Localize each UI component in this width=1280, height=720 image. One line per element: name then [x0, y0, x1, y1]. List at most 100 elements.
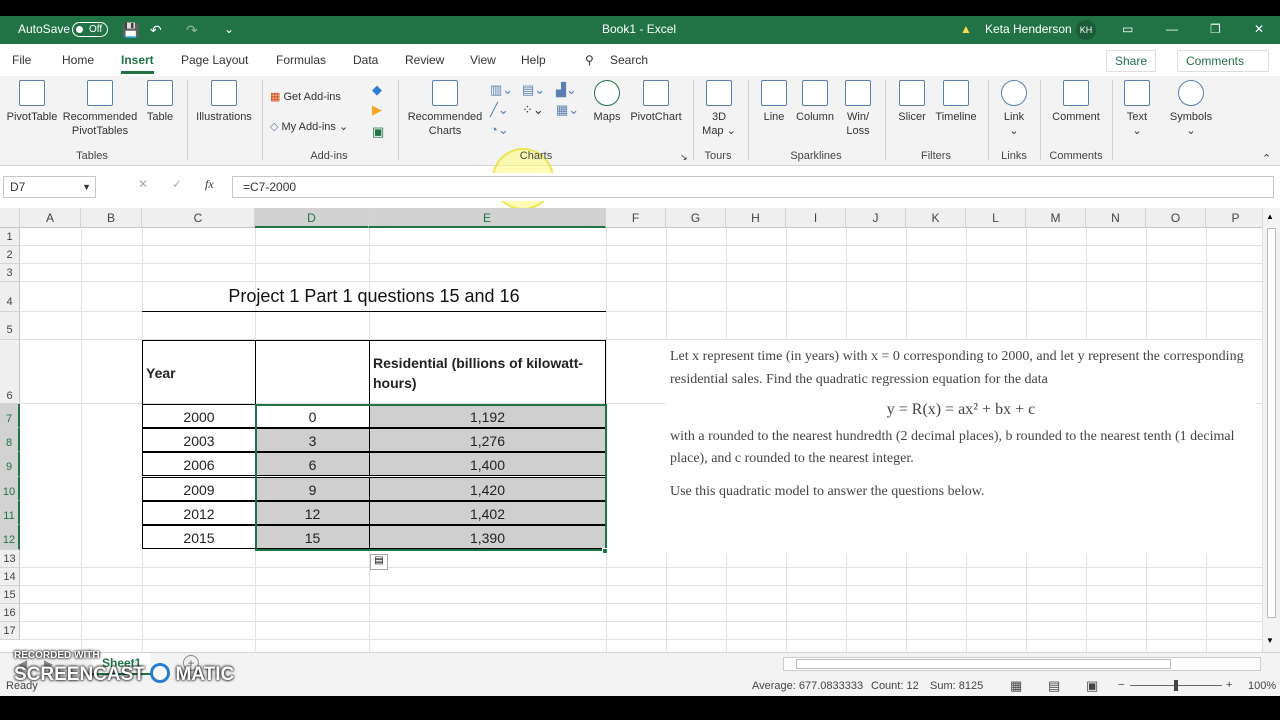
header-year[interactable]: Year [142, 340, 256, 405]
zoom-slider-thumb[interactable] [1174, 680, 1178, 691]
column-header[interactable]: K [906, 208, 966, 228]
scatter-chart-icon[interactable]: ⁘⌄ [522, 102, 544, 118]
enter-icon[interactable]: ✓ [172, 177, 182, 191]
bing-maps-icon[interactable]: ◆ [372, 82, 382, 98]
column-header[interactable]: I [786, 208, 846, 228]
zoom-out-icon[interactable]: − [1118, 679, 1124, 691]
my-addins-button[interactable]: ◇ My Add-ins ⌄ [270, 120, 348, 133]
row-header[interactable]: 11 [0, 501, 20, 525]
insert-function-icon[interactable]: fx [205, 177, 214, 192]
table-button[interactable]: Table [142, 80, 178, 124]
column-header[interactable]: H [726, 208, 786, 228]
status-sum[interactable]: Sum: 8125 [930, 680, 983, 692]
tab-page-layout[interactable]: Page Layout [181, 53, 248, 67]
column-header[interactable]: P [1206, 208, 1262, 228]
save-icon[interactable]: 💾 [122, 22, 139, 39]
combo-chart-icon[interactable]: ▦⌄ [556, 102, 579, 118]
cell-year[interactable]: 2006 [142, 452, 256, 476]
row-header[interactable]: 16 [0, 604, 20, 622]
cell-year[interactable]: 2012 [142, 501, 256, 525]
text-button[interactable]: Text ⌄ [1120, 80, 1154, 138]
formula-input[interactable]: =C7-2000 [232, 176, 1274, 198]
page-break-view-icon[interactable]: ▣ [1086, 678, 1098, 694]
column-chart-icon[interactable]: ▥⌄ [490, 82, 513, 98]
maximize-icon[interactable]: ❐ [1210, 22, 1221, 36]
row-header[interactable]: 13 [0, 550, 20, 568]
column-header[interactable]: C [142, 208, 255, 228]
pivotchart-button[interactable]: PivotChart [626, 80, 686, 124]
recommended-charts-button[interactable]: Recommended Charts [404, 80, 486, 138]
row-header[interactable]: 1 [0, 228, 20, 246]
normal-view-icon[interactable]: ▦ [1010, 678, 1022, 694]
tab-review[interactable]: Review [405, 53, 444, 67]
tab-help[interactable]: Help [521, 53, 546, 67]
cell-year[interactable]: 2000 [142, 404, 256, 428]
autosave-toggle[interactable]: Off [72, 22, 108, 37]
status-average[interactable]: Average: 677.0833333 [752, 680, 863, 692]
get-addins-button[interactable]: ▦ Get Add-ins [270, 90, 341, 103]
row-header[interactable]: 10 [0, 477, 20, 501]
timeline-button[interactable]: Timeline [932, 80, 980, 124]
user-avatar[interactable]: KH [1076, 20, 1096, 40]
symbols-button[interactable]: Symbols ⌄ [1166, 80, 1216, 138]
cell-year[interactable]: 2009 [142, 477, 256, 501]
user-name[interactable]: Keta Henderson [985, 22, 1072, 36]
undo-icon[interactable]: ↶ [150, 22, 162, 39]
row-header[interactable]: 7 [0, 404, 20, 428]
sparkline-winloss-button[interactable]: Win/Loss [840, 80, 876, 138]
row-header[interactable]: 2 [0, 246, 20, 264]
page-layout-view-icon[interactable]: ▤ [1048, 678, 1060, 694]
dialog-launcher-icon[interactable]: ↘ [680, 152, 688, 163]
waterfall-chart-icon[interactable]: ▟⌄ [556, 82, 577, 98]
vertical-scroll-thumb[interactable] [1267, 228, 1276, 618]
column-header[interactable]: O [1146, 208, 1206, 228]
column-header[interactable]: D [255, 208, 369, 228]
column-header[interactable]: E [369, 208, 606, 228]
link-button[interactable]: Link ⌄ [996, 80, 1032, 138]
share-button[interactable]: Share [1106, 50, 1157, 72]
hierarchy-chart-icon[interactable]: ▤⌄ [522, 82, 545, 98]
column-header[interactable]: M [1026, 208, 1086, 228]
column-header[interactable]: G [666, 208, 726, 228]
minimize-icon[interactable]: — [1166, 22, 1178, 36]
row-header[interactable]: 3 [0, 264, 20, 282]
tab-data[interactable]: Data [353, 53, 378, 67]
select-all-corner[interactable] [0, 208, 20, 228]
row-header[interactable]: 6 [0, 340, 20, 404]
zoom-in-icon[interactable]: + [1226, 679, 1232, 691]
visio-icon[interactable]: ▣ [372, 124, 384, 140]
status-count[interactable]: Count: 12 [871, 680, 919, 692]
row-header[interactable]: 5 [0, 312, 20, 340]
column-header[interactable]: A [20, 208, 81, 228]
row-header[interactable]: 12 [0, 525, 20, 550]
cell-year[interactable]: 2003 [142, 428, 256, 452]
row-header[interactable]: 17 [0, 622, 20, 640]
tab-home[interactable]: Home [62, 53, 94, 67]
header-residential[interactable]: Residential (billions of kilowatt-hours) [369, 340, 606, 405]
horizontal-scroll-thumb[interactable] [796, 659, 1171, 669]
slicer-button[interactable]: Slicer [894, 80, 930, 124]
tab-file[interactable]: File [12, 53, 31, 67]
redo-icon[interactable]: ↷ [186, 22, 198, 39]
comments-button[interactable]: Comments [1177, 50, 1269, 72]
ribbon-display-icon[interactable]: ▭ [1122, 22, 1133, 36]
row-header[interactable]: 15 [0, 586, 20, 604]
pie-chart-icon[interactable]: ◔⌄ [490, 122, 509, 138]
illustrations-button[interactable]: Illustrations [192, 80, 256, 124]
line-chart-icon[interactable]: ╱⌄ [490, 102, 509, 118]
zoom-level[interactable]: 100% [1248, 680, 1276, 692]
name-box[interactable]: D7 ▼ [3, 176, 96, 198]
header-x[interactable] [255, 340, 370, 405]
row-header[interactable]: 14 [0, 568, 20, 586]
row-header[interactable]: 4 [0, 282, 20, 312]
column-header[interactable]: N [1086, 208, 1146, 228]
sparkline-column-button[interactable]: Column [794, 80, 836, 124]
tab-insert[interactable]: Insert [121, 53, 154, 74]
vertical-scrollbar[interactable]: ▲ ▼ [1262, 208, 1280, 652]
column-header[interactable]: F [606, 208, 666, 228]
people-graph-icon[interactable]: ▶ [372, 102, 382, 118]
worksheet-grid[interactable]: A B C D E F G H I J K L M N O P 1 2 3 4 … [0, 208, 1262, 652]
row-header[interactable]: 8 [0, 428, 20, 452]
fill-handle[interactable] [602, 548, 608, 554]
cancel-icon[interactable]: ✕ [138, 177, 148, 191]
